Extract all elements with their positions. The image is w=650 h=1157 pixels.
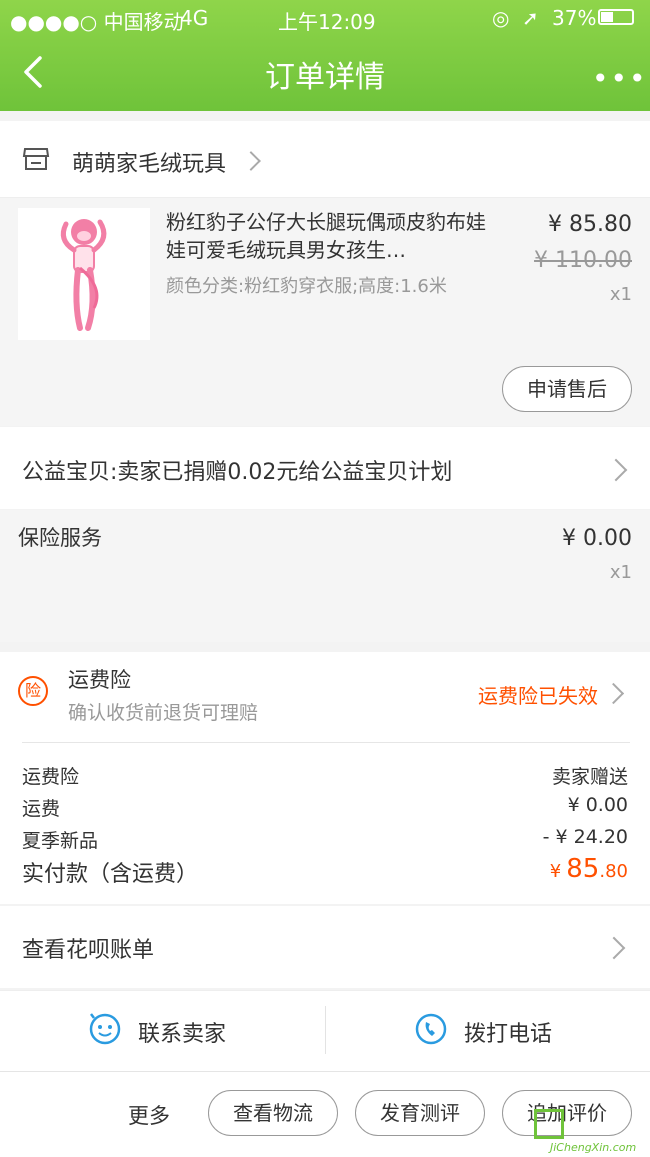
after-sale-button[interactable]: 申请售后 [502,366,632,412]
battery-icon [598,9,634,25]
price-row-label: 运费险 [22,766,80,788]
insurance-service-qty: x1 [609,562,632,583]
freight-insurance-status[interactable]: 运费险已失效 [478,680,598,709]
review-button[interactable]: 发育测评 [355,1090,485,1136]
store-icon [22,146,50,172]
product-image[interactable] [18,208,150,340]
carrier-label: ●●●●○ 中国移动 [10,10,184,34]
total-decimal: .80 [599,861,628,882]
network-label: 4G [180,6,209,30]
insurance-icon: 险 [18,676,48,706]
store-name[interactable]: 萌萌家毛绒玩具 [72,146,226,178]
insurance-service-label: 保险服务 [18,526,102,550]
product-quantity: x1 [609,284,632,305]
chat-bubble-icon[interactable] [88,1012,122,1046]
product-sku: 颜色分类:粉红豹穿衣服;高度:1.6米 [166,276,447,297]
divider [22,742,630,743]
location-icon: ➚ [522,6,539,30]
watermark-text: JiChengXin.com [550,1141,637,1154]
price-row-value: ¥ 0.00 [567,794,628,816]
total-label: 实付款（含运费） [22,862,199,887]
product-title[interactable]: 粉红豹子公仔大长腿玩偶顽皮豹布娃娃可爱毛绒玩具男女孩生… [166,208,496,264]
total-currency: ¥ [549,861,562,882]
battery-percent: 37% [552,6,597,30]
insurance-service-price: ¥ 0.00 [562,526,632,551]
more-button[interactable]: ••• [592,62,646,95]
price-row-value: 卖家赠送 [551,766,628,788]
watermark-icon [534,1109,564,1139]
freight-insurance-subtitle: 确认收货前退货可理赔 [68,702,259,724]
more-actions-button[interactable]: 更多 [128,1100,170,1130]
view-logistics-button[interactable]: 查看物流 [208,1090,338,1136]
price-row-value: - ¥ 24.20 [542,826,628,848]
product-price: ¥ 85.80 [548,212,632,237]
time-label: 上午12:09 [278,10,376,34]
page-title: 订单详情 [265,60,385,95]
freight-insurance-title: 运费险 [68,668,131,692]
phone-icon[interactable] [414,1012,448,1046]
contact-seller-button[interactable]: 联系卖家 [138,1016,226,1048]
product-original-price: ¥ 110.00 [534,248,632,273]
total-integer: 85 [566,854,600,884]
huabei-text: 查看花呗账单 [22,938,155,963]
charity-text: 公益宝贝:卖家已捐赠0.02元给公益宝贝计划 [22,460,453,485]
more-icon: ••• [592,62,648,95]
lock-rotation-icon: ◎ [492,6,510,30]
total-amount: ¥ 85.80 [550,854,628,884]
price-row-label: 夏季新品 [22,830,99,852]
call-phone-button[interactable]: 拨打电话 [464,1016,552,1048]
divider [325,1006,326,1054]
status-bar: ●●●●○ 中国移动 4G 上午12:09 ◎ ➚ 37% [0,0,650,36]
watermark-logo: JiChengXin.com [530,1105,650,1156]
price-row-label: 运费 [22,798,61,820]
